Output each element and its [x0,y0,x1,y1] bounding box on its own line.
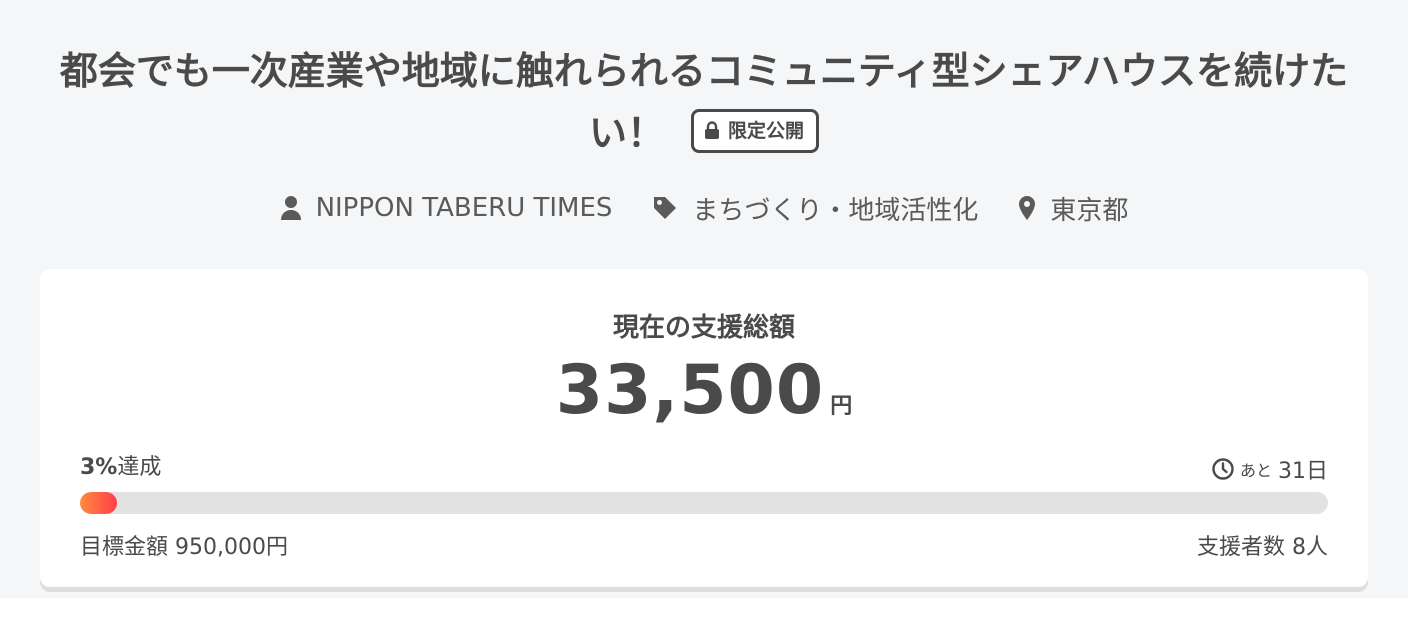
remaining-days: あと 31日 [1212,453,1328,485]
funding-card: 現在の支援総額 33,500 円 3%達成 あと 31日 目標金額 950,00… [40,269,1368,587]
location-name: 東京都 [1050,195,1129,226]
clock-icon [1212,458,1234,480]
achievement-rate: 3%達成 [80,449,161,481]
funding-amount-unit: 円 [830,394,853,419]
location-pin-icon [1019,196,1036,220]
funding-amount-row: 33,500 円 [40,351,1368,430]
funding-amount: 33,500 [555,351,825,430]
progress-bar-fill [80,492,118,514]
category-name: まちづくり・地域活性化 [692,195,979,226]
funding-label: 現在の支援総額 [612,313,795,343]
private-badge: 限定公開 [691,108,820,153]
lock-icon [705,121,719,139]
remaining-value: 31日 [1278,459,1328,484]
achievement-percent: 3% [80,455,118,480]
progress-bar [80,492,1328,514]
location-link[interactable]: 東京都 [1018,190,1128,227]
supporter-count: 支援者数 8人 [1197,535,1328,560]
goal-amount: 目標金額 950,000円 [80,535,288,560]
project-title-block: 都会でも一次産業や地域に触れられるコミュニティ型シェアハウスを続けたい！ 限定公開 [30,40,1378,164]
owner-link[interactable]: NIPPON TABERU TIMES [280,193,613,223]
owner-name: NIPPON TABERU TIMES [315,193,613,223]
private-badge-label: 限定公開 [728,119,805,142]
category-link[interactable]: まちづくり・地域活性化 [652,190,978,227]
tag-icon [654,197,677,219]
achievement-suffix: 達成 [117,455,162,480]
user-icon [280,196,301,220]
remaining-prefix: あと [1239,461,1272,480]
project-meta: NIPPON TABERU TIMES まちづくり・地域活性化 東京都 [0,188,1408,228]
